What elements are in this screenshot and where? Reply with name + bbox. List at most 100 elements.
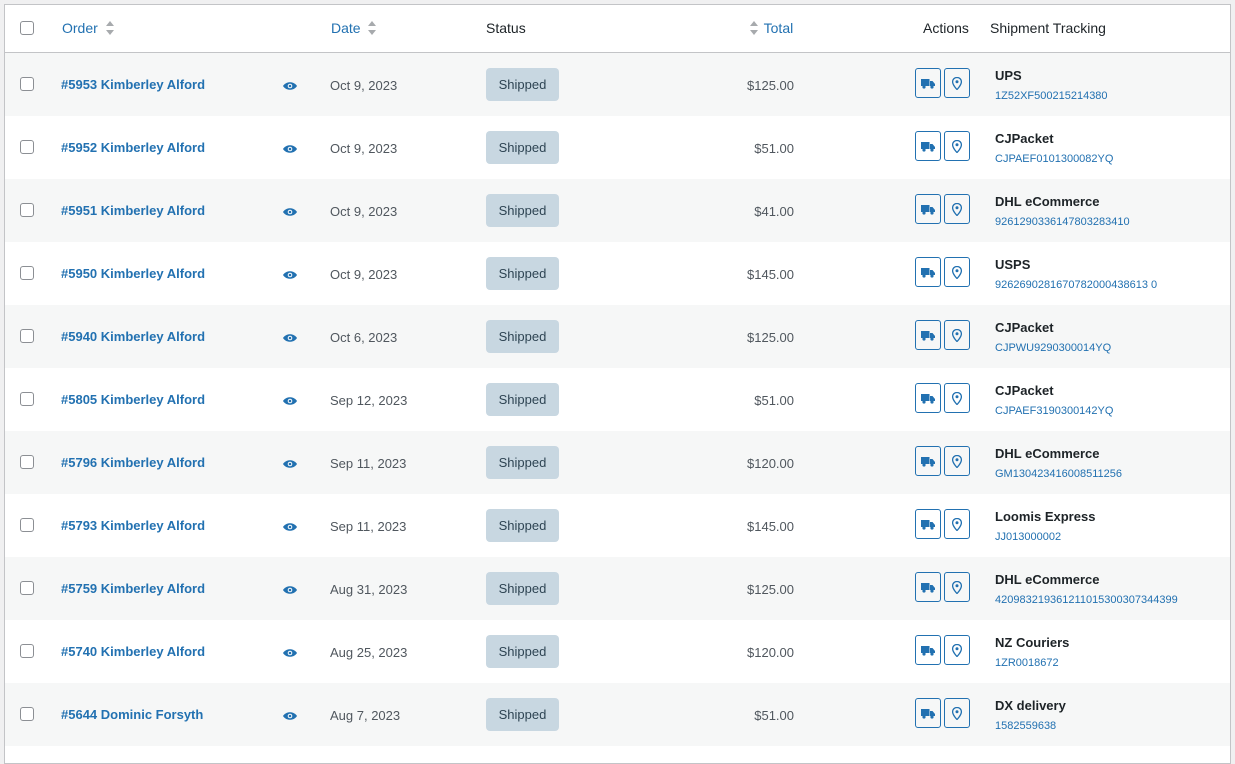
tracking-number-link[interactable]: CJPAEF3190300142YQ	[995, 405, 1113, 417]
row-checkbox[interactable]	[20, 455, 34, 469]
truck-icon	[921, 456, 935, 467]
status-badge: Shipped	[486, 446, 559, 479]
sort-arrows-icon	[750, 21, 758, 36]
row-checkbox[interactable]	[20, 581, 34, 595]
track-action-button[interactable]	[944, 446, 970, 476]
order-column-header[interactable]: Order	[62, 5, 114, 52]
eye-icon[interactable]	[283, 205, 297, 216]
row-checkbox[interactable]	[20, 392, 34, 406]
carrier-name: CJPacket	[995, 131, 1054, 146]
truck-icon	[921, 519, 935, 530]
row-checkbox[interactable]	[20, 77, 34, 91]
map-pin-icon	[952, 706, 962, 720]
ship-action-button[interactable]	[915, 320, 941, 350]
ship-action-button[interactable]	[915, 698, 941, 728]
carrier-name: UPS	[995, 68, 1022, 83]
tracking-number-link[interactable]: 1582559638	[995, 720, 1056, 732]
row-checkbox[interactable]	[20, 518, 34, 532]
eye-icon[interactable]	[283, 268, 297, 279]
tracking-number-link[interactable]: CJPAEF0101300082YQ	[995, 153, 1113, 165]
carrier-name: DX delivery	[995, 698, 1066, 713]
eye-icon[interactable]	[283, 520, 297, 531]
map-pin-icon	[952, 454, 962, 468]
row-checkbox[interactable]	[20, 140, 34, 154]
ship-action-button[interactable]	[915, 257, 941, 287]
ship-action-button[interactable]	[915, 572, 941, 602]
tracking-number-link[interactable]: 1ZR0018672	[995, 657, 1059, 669]
order-date: Oct 9, 2023	[330, 267, 398, 282]
eye-icon[interactable]	[283, 457, 297, 468]
ship-action-button[interactable]	[915, 383, 941, 413]
eye-icon[interactable]	[283, 394, 297, 405]
ship-action-button[interactable]	[915, 194, 941, 224]
tracking-number-link[interactable]: 9261290336147803283410	[995, 216, 1130, 228]
truck-icon	[921, 267, 935, 278]
track-action-button[interactable]	[944, 320, 970, 350]
order-date: Aug 25, 2023	[330, 645, 408, 660]
order-link[interactable]: #5740 Kimberley Alford	[61, 644, 205, 659]
track-action-button[interactable]	[944, 194, 970, 224]
order-link[interactable]: #5796 Kimberley Alford	[61, 455, 205, 470]
track-action-button[interactable]	[944, 257, 970, 287]
eye-icon[interactable]	[283, 79, 297, 90]
eye-icon[interactable]	[283, 142, 297, 153]
tracking-number-link[interactable]: JJ013000002	[995, 531, 1061, 543]
table-row: #5953 Kimberley Alford Oct 9, 2023 Shipp…	[5, 53, 1230, 116]
order-link[interactable]: #5953 Kimberley Alford	[61, 77, 205, 92]
total-column-header[interactable]: Total	[750, 5, 793, 52]
track-action-button[interactable]	[944, 509, 970, 539]
order-total: $125.00	[747, 330, 794, 345]
order-link[interactable]: #5793 Kimberley Alford	[61, 518, 205, 533]
carrier-name: DHL eCommerce	[995, 194, 1100, 209]
row-checkbox[interactable]	[20, 707, 34, 721]
ship-action-button[interactable]	[915, 446, 941, 476]
track-action-button[interactable]	[944, 383, 970, 413]
order-link[interactable]: #5644 Dominic Forsyth	[61, 707, 203, 722]
track-action-button[interactable]	[944, 572, 970, 602]
tracking-number-link[interactable]: 9262690281670782000438613 0	[995, 279, 1157, 291]
ship-action-button[interactable]	[915, 509, 941, 539]
order-link[interactable]: #5759 Kimberley Alford	[61, 581, 205, 596]
order-total: $125.00	[747, 78, 794, 93]
select-all-checkbox[interactable]	[20, 21, 34, 35]
row-checkbox[interactable]	[20, 329, 34, 343]
order-link[interactable]: #5952 Kimberley Alford	[61, 140, 205, 155]
map-pin-icon	[952, 580, 962, 594]
tracking-number-link[interactable]: CJPWU9290300014YQ	[995, 342, 1111, 354]
date-column-header[interactable]: Date	[331, 5, 377, 52]
map-pin-icon	[952, 517, 962, 531]
track-action-button[interactable]	[944, 68, 970, 98]
row-checkbox[interactable]	[20, 266, 34, 280]
order-total: $145.00	[747, 519, 794, 534]
eye-icon[interactable]	[283, 331, 297, 342]
row-checkbox[interactable]	[20, 203, 34, 217]
track-action-button[interactable]	[944, 698, 970, 728]
eye-icon[interactable]	[283, 646, 297, 657]
tracking-number-link[interactable]: 1Z52XF500215214380	[995, 90, 1108, 102]
order-link[interactable]: #5940 Kimberley Alford	[61, 329, 205, 344]
status-badge: Shipped	[486, 635, 559, 668]
track-action-button[interactable]	[944, 131, 970, 161]
order-link[interactable]: #5951 Kimberley Alford	[61, 203, 205, 218]
order-total: $51.00	[754, 708, 794, 723]
order-date: Sep 11, 2023	[330, 456, 407, 471]
row-checkbox[interactable]	[20, 644, 34, 658]
ship-action-button[interactable]	[915, 131, 941, 161]
carrier-name: CJPacket	[995, 320, 1054, 335]
order-link[interactable]: #5950 Kimberley Alford	[61, 266, 205, 281]
order-total: $125.00	[747, 582, 794, 597]
order-date: Aug 7, 2023	[330, 708, 401, 723]
track-action-button[interactable]	[944, 635, 970, 665]
table-row: #5759 Kimberley Alford Aug 31, 2023 Ship…	[5, 557, 1230, 620]
map-pin-icon	[952, 265, 962, 279]
tracking-number-link[interactable]: GM130423416008511256	[995, 468, 1122, 480]
carrier-name: NZ Couriers	[995, 635, 1070, 650]
order-total: $41.00	[754, 204, 794, 219]
eye-icon[interactable]	[283, 583, 297, 594]
truck-icon	[921, 204, 935, 215]
eye-icon[interactable]	[283, 709, 297, 720]
tracking-number-link[interactable]: 420983219361211015300307344399	[995, 594, 1178, 606]
ship-action-button[interactable]	[915, 68, 941, 98]
ship-action-button[interactable]	[915, 635, 941, 665]
order-link[interactable]: #5805 Kimberley Alford	[61, 392, 205, 407]
